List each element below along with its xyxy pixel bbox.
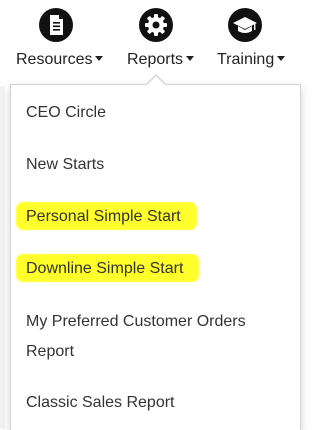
menu-item-label: My Preferred Customer Orders: [26, 313, 246, 330]
nav-training-text: Training: [217, 51, 275, 68]
menu-item-label: Classic Sales Report: [26, 394, 175, 411]
chevron-down-icon: [277, 56, 286, 61]
menu-item-label: Downline Simple Start: [26, 260, 184, 277]
menu-pointer-arrow-fill: [147, 76, 165, 85]
menu-item-label: Personal Simple Start: [26, 208, 181, 225]
document-icon: [39, 8, 73, 42]
chevron-down-icon: [186, 56, 195, 61]
chevron-down-icon: [95, 56, 104, 61]
nav-training-label: Training: [217, 50, 286, 70]
menu-item-classic-sales-report[interactable]: Classic Sales Report: [26, 388, 175, 418]
nav-resources-label: Resources: [16, 50, 104, 70]
reports-dropdown-menu: CEO Circle New Starts Personal Simple St…: [10, 84, 301, 430]
menu-item-personal-simple-start[interactable]: Personal Simple Start: [26, 202, 181, 232]
nav-reports-text: Reports: [127, 51, 184, 68]
menu-item-label: CEO Circle: [26, 104, 107, 121]
nav-reports-label: Reports: [127, 50, 195, 70]
menu-item-downline-simple-start[interactable]: Downline Simple Start: [26, 254, 183, 284]
nav-resources[interactable]: Resources: [0, 0, 115, 80]
nav-training[interactable]: Training: [210, 0, 300, 80]
menu-item-ceo-circle[interactable]: CEO Circle: [26, 98, 106, 128]
nav-resources-text: Resources: [16, 51, 93, 68]
gear-icon: [139, 8, 173, 42]
menu-item-label: New Starts: [26, 156, 105, 173]
menu-item-preferred-customer-orders[interactable]: My Preferred Customer Orders Report: [26, 307, 246, 367]
graduation-cap-icon: [228, 8, 262, 42]
menu-item-label-line2: Report: [26, 343, 75, 360]
nav-reports[interactable]: Reports: [118, 0, 208, 80]
menu-item-new-starts[interactable]: New Starts: [26, 150, 104, 180]
